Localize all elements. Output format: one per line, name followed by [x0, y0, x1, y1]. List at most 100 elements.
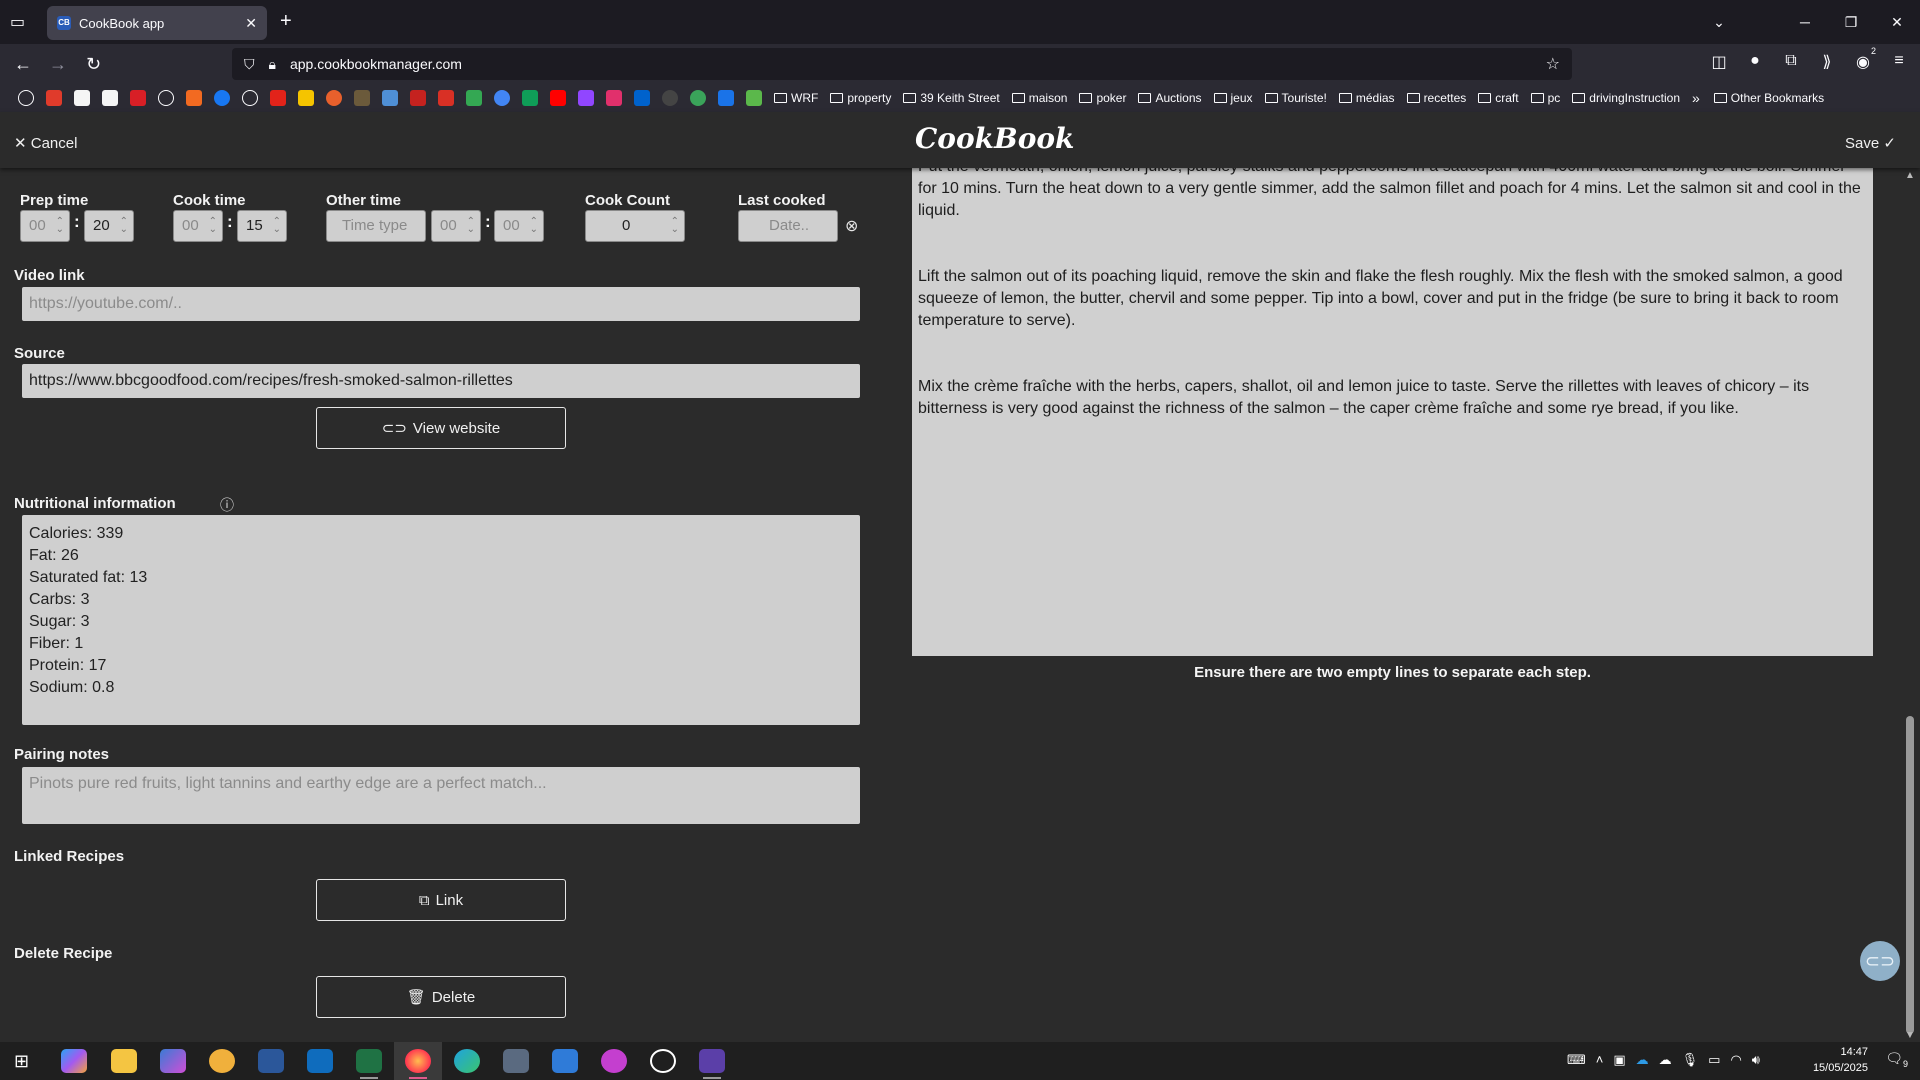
save-button[interactable]: Save ✓	[1845, 134, 1896, 152]
rss-icon[interactable]: ⟫	[1816, 52, 1838, 72]
bookmark-folder-property[interactable]: property	[830, 91, 891, 105]
camera-icon[interactable]: ▣	[1613, 1052, 1625, 1068]
bookmark-folder-poker[interactable]: poker	[1079, 91, 1126, 105]
spinner-arrows-icon[interactable]: ⌃ ⌄	[120, 217, 128, 235]
cook-minutes-input[interactable]: 15 ⌃ ⌄	[237, 210, 287, 242]
bookmark-folder-recettes[interactable]: recettes	[1406, 91, 1466, 105]
bookmarks-overflow-icon[interactable]: »	[1692, 90, 1700, 106]
url-text[interactable]: app.cookbookmanager.com	[290, 56, 462, 72]
menu-icon[interactable]: ≡	[1888, 52, 1910, 72]
onedrive-icon[interactable]: ☁	[1636, 1052, 1649, 1068]
tray-chevron-icon[interactable]: ˄	[1596, 1052, 1604, 1068]
bookmark-folder-auctions[interactable]: Auctions	[1138, 91, 1202, 105]
new-tab-icon[interactable]: +	[280, 10, 292, 33]
pocket-icon[interactable]: ◫	[1708, 52, 1730, 72]
calendar-bookmark-icon[interactable]	[382, 90, 398, 106]
edge-icon[interactable]	[454, 1049, 480, 1073]
forward-icon[interactable]: →	[49, 54, 67, 75]
spinner-arrows-icon[interactable]: ⌃ ⌄	[209, 217, 217, 235]
brown-bookmark-icon[interactable]	[354, 90, 370, 106]
store-icon[interactable]	[552, 1049, 578, 1073]
gmail-bookmark-icon[interactable]	[410, 90, 426, 106]
link-button[interactable]: ⧉ Link	[316, 879, 566, 921]
page-scrollbar[interactable]: ▲ ▼	[1902, 168, 1918, 1042]
floating-link-button[interactable]: ⊂⊃	[1860, 941, 1900, 981]
twitch-bookmark-icon[interactable]	[578, 90, 594, 106]
reload-icon[interactable]: ↻	[86, 54, 101, 75]
q-app-icon[interactable]	[699, 1049, 725, 1073]
nutrition-textarea[interactable]: Calories: 339 Fat: 26 Saturated fat: 13 …	[22, 515, 860, 725]
other-hours-input[interactable]: 00 ⌃ ⌄	[431, 210, 481, 242]
other-minutes-input[interactable]: 00 ⌃ ⌄	[494, 210, 544, 242]
spinner-arrows-icon[interactable]: ⌃ ⌄	[467, 217, 475, 235]
browser-tab[interactable]: CB CookBook app ✕	[47, 6, 267, 40]
window-close-icon[interactable]: ✕	[1874, 14, 1920, 31]
volume-icon[interactable]: 🔊︎	[1752, 1052, 1760, 1068]
scroll-down-icon[interactable]: ▼	[1905, 1030, 1915, 1041]
c-bookmark-icon[interactable]	[270, 90, 286, 106]
scroll-up-icon[interactable]: ▲	[1905, 170, 1915, 181]
bookmark-folder-jeux[interactable]: jeux	[1213, 91, 1253, 105]
instagram-bookmark-icon[interactable]	[606, 90, 622, 106]
keyboard-icon[interactable]: ⌨	[1567, 1052, 1586, 1068]
outlook-icon[interactable]	[307, 1049, 333, 1073]
bookmark-folder-pc[interactable]: pc	[1530, 91, 1560, 105]
amazon-bookmark-icon[interactable]	[74, 90, 90, 106]
instructions-textarea[interactable]: Put the vermouth, onion, lemon juice, pa…	[912, 168, 1873, 656]
scrollbar-thumb[interactable]	[1906, 716, 1914, 1034]
file-explorer-icon[interactable]	[111, 1049, 137, 1073]
clear-date-icon[interactable]: ⊗	[845, 216, 858, 236]
taskbar-clock[interactable]: 14:47 15/05/2025	[1813, 1044, 1868, 1076]
view-website-button[interactable]: ⊂⊃ View website	[316, 407, 566, 449]
tab-overflow-chevron-icon[interactable]: ⌄	[1696, 14, 1742, 31]
adobe-bookmark-icon[interactable]	[46, 90, 62, 106]
pairing-notes-textarea[interactable]: Pinots pure red fruits, light tannins an…	[22, 767, 860, 824]
globe2-bookmark-icon[interactable]	[158, 90, 174, 106]
last-cooked-date-input[interactable]: Date..	[738, 210, 838, 242]
orange-bookmark-icon[interactable]	[326, 90, 342, 106]
green2-bookmark-icon[interactable]	[746, 90, 762, 106]
prep-minutes-input[interactable]: 20 ⌃ ⌄	[84, 210, 134, 242]
browser-app-icon[interactable]	[209, 1049, 235, 1073]
bookmark-folder-maison[interactable]: maison	[1011, 91, 1067, 105]
prep-hours-input[interactable]: 00 ⌃ ⌄	[20, 210, 70, 242]
amazon2-bookmark-icon[interactable]	[102, 90, 118, 106]
info-icon[interactable]: ⓘ	[220, 495, 234, 515]
calculator-icon[interactable]	[503, 1049, 529, 1073]
drive-bookmark-icon[interactable]	[522, 90, 538, 106]
source-input[interactable]: https://www.bbcgoodfood.com/recipes/fres…	[22, 364, 860, 398]
photos-bookmark-icon[interactable]	[466, 90, 482, 106]
bookmark-folder-driving[interactable]: drivingInstruction	[1572, 91, 1680, 105]
other-bookmarks[interactable]: Other Bookmarks	[1713, 91, 1824, 105]
bookmark-folder-touriste[interactable]: Touriste!	[1264, 91, 1327, 105]
dark-bookmark-icon[interactable]	[662, 90, 678, 106]
firefox-icon[interactable]	[405, 1049, 431, 1073]
shield-icon[interactable]: ⛉	[244, 56, 255, 73]
spinner-arrows-icon[interactable]: ⌃ ⌄	[671, 217, 679, 235]
spinner-arrows-icon[interactable]: ⌃ ⌄	[530, 217, 538, 235]
tab-list-icon[interactable]: ▭	[10, 12, 30, 32]
excel-icon[interactable]	[356, 1049, 382, 1073]
bookmark-folder-wrf[interactable]: WRF	[774, 91, 818, 105]
green-bookmark-icon[interactable]	[690, 90, 706, 106]
tab-close-icon[interactable]: ✕	[245, 15, 257, 32]
facebook-bookmark-icon[interactable]	[214, 90, 230, 106]
video-link-input[interactable]: https://youtube.com/..	[22, 287, 860, 321]
gmail2-bookmark-icon[interactable]	[438, 90, 454, 106]
extensions-icon[interactable]: ⧉	[1780, 52, 1802, 72]
url-bar[interactable]: ⛉ 🔒︎ app.cookbookmanager.com ☆	[232, 48, 1572, 80]
wifi-icon[interactable]: ◠	[1730, 1052, 1741, 1068]
bookmark-folder-craft[interactable]: craft	[1478, 91, 1519, 105]
youtube-bookmark-icon[interactable]	[550, 90, 566, 106]
blue-bookmark-icon[interactable]	[718, 90, 734, 106]
spinner-arrows-icon[interactable]: ⌃ ⌄	[273, 217, 281, 235]
restore-icon[interactable]: ❐	[1828, 14, 1874, 31]
mic-icon[interactable]: 🎙︎	[1682, 1052, 1699, 1068]
minimize-icon[interactable]: ─	[1782, 14, 1828, 30]
account-icon[interactable]: ◉ 2	[1852, 46, 1876, 72]
windows-start-icon[interactable]: ⊞	[14, 1051, 29, 1072]
w-bookmark-icon[interactable]	[186, 90, 202, 106]
star-bookmark-icon[interactable]	[634, 90, 650, 106]
battery-icon[interactable]: ▭	[1708, 1052, 1720, 1068]
cook-hours-input[interactable]: 00 ⌃ ⌄	[173, 210, 223, 242]
